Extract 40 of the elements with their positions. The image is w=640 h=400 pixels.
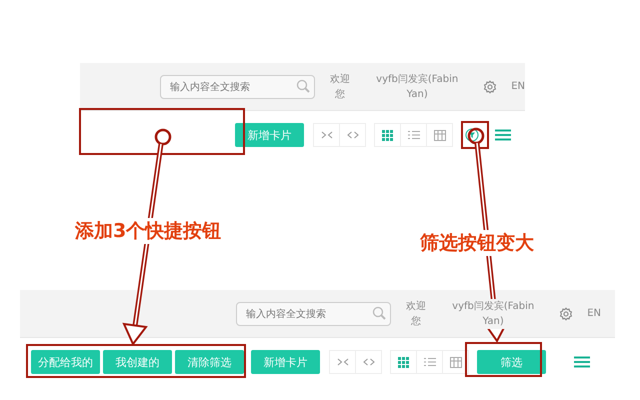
filter-button[interactable]: 筛选: [477, 350, 546, 374]
menu-icon[interactable]: [574, 356, 590, 368]
search-field[interactable]: 输入内容全文搜索: [236, 302, 392, 326]
add-card-button[interactable]: 新增卡片: [251, 350, 320, 374]
collapse-icon: [320, 131, 332, 139]
search-field[interactable]: 输入内容全文搜索: [160, 75, 316, 99]
collapse-icon: [336, 358, 348, 366]
quick-filter-button[interactable]: 我创建的: [103, 350, 172, 374]
language-link[interactable]: EN: [511, 81, 525, 92]
filter-icon: [465, 128, 479, 142]
collapse-button[interactable]: [329, 350, 356, 374]
expand-button[interactable]: [355, 350, 382, 374]
list-icon: [424, 357, 436, 367]
expand-icon: [346, 131, 358, 139]
expand-button[interactable]: [339, 123, 366, 147]
highlight-frame: [461, 121, 489, 149]
add-card-button[interactable]: 新增卡片: [235, 123, 304, 147]
language-link[interactable]: EN: [587, 308, 601, 319]
menu-icon[interactable]: [495, 129, 511, 141]
search-icon[interactable]: [372, 306, 386, 320]
expand-icon: [362, 358, 374, 366]
table-icon: [434, 130, 446, 140]
collapse-button[interactable]: [313, 123, 340, 147]
table-view-button[interactable]: [442, 350, 469, 374]
quick-filter-button[interactable]: 分配给我的: [31, 350, 100, 374]
grid-icon: [382, 130, 393, 140]
welcome-text: 欢迎您: [405, 300, 428, 328]
grid-view-button[interactable]: [374, 123, 401, 147]
grid-view-button[interactable]: [390, 350, 417, 374]
settings-icon[interactable]: [483, 80, 498, 94]
list-icon: [408, 130, 420, 140]
quick-filter-button[interactable]: 清除筛选: [175, 350, 244, 374]
grid-icon: [398, 356, 409, 368]
annotation-text: 筛选按钮变大: [420, 230, 534, 256]
table-icon: [450, 356, 462, 368]
welcome-text: 欢迎您: [329, 72, 352, 102]
search-icon[interactable]: [296, 78, 310, 92]
annotation-text: 添加3个快捷按钮: [75, 218, 222, 244]
list-view-button[interactable]: [400, 123, 427, 147]
settings-icon[interactable]: [559, 306, 574, 320]
